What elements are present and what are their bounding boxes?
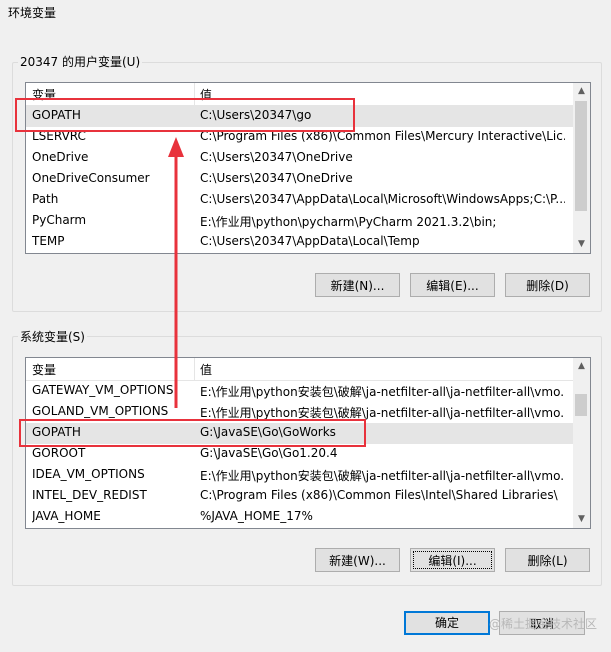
- variable-name: LSERVRC: [32, 129, 86, 143]
- table-row[interactable]: TEMP C:\Users\20347\AppData\Local\Temp: [26, 232, 573, 253]
- table-row[interactable]: Path C:\Users\20347\AppData\Local\Micros…: [26, 190, 573, 211]
- variable-value: G:\JavaSE\Go\Go1.20.4: [200, 446, 338, 460]
- variable-name: JAVA_HOME: [32, 509, 101, 523]
- scroll-thumb[interactable]: [575, 101, 587, 211]
- scroll-up-icon[interactable]: ▲: [573, 358, 590, 375]
- variable-value: E:\作业用\python安装包\破解\ja-netfilter-all\ja-…: [200, 469, 565, 483]
- variable-value: E:\作业用\python安装包\破解\ja-netfilter-all\ja-…: [200, 406, 565, 420]
- system-vars-scrollbar[interactable]: ▲ ▼: [573, 358, 590, 528]
- variable-name: IDEA_VM_OPTIONS: [32, 467, 145, 481]
- table-row[interactable]: JAVA_HOME %JAVA_HOME_17%: [26, 507, 573, 528]
- user-new-button[interactable]: 新建(N)...: [315, 273, 400, 297]
- table-row[interactable]: OneDrive C:\Users\20347\OneDrive: [26, 148, 573, 169]
- variable-name: INTEL_DEV_REDIST: [32, 488, 147, 502]
- variable-name: GOPATH: [32, 108, 81, 122]
- table-row[interactable]: OneDriveConsumer C:\Users\20347\OneDrive: [26, 169, 573, 190]
- variable-name: PyCharm: [32, 213, 87, 227]
- user-vars-label: 20347 的用户变量(U): [18, 53, 143, 70]
- variable-value: E:\作业用\python\pycharm\PyCharm 2021.3.2\b…: [200, 215, 497, 229]
- variable-value: C:\Users\20347\AppData\Local\Microsoft\W…: [200, 192, 565, 206]
- user-edit-button[interactable]: 编辑(E)...: [410, 273, 495, 297]
- system-vars-list[interactable]: 变量 值 GATEWAY_VM_OPTIONS E:\作业用\python安装包…: [25, 357, 591, 529]
- variable-value: C:\Program Files (x86)\Common Files\Inte…: [200, 488, 558, 502]
- scroll-down-icon[interactable]: ▼: [573, 236, 590, 253]
- variable-value: %JAVA_HOME_17%: [200, 509, 313, 523]
- variable-name: TEMP: [32, 234, 65, 248]
- variable-name: GOROOT: [32, 446, 86, 460]
- variable-name: OneDriveConsumer: [32, 171, 150, 185]
- table-row[interactable]: GATEWAY_VM_OPTIONS E:\作业用\python安装包\破解\j…: [26, 381, 573, 402]
- table-row[interactable]: GOLAND_VM_OPTIONS E:\作业用\python安装包\破解\ja…: [26, 402, 573, 423]
- watermark: @稀土掘金技术社区: [488, 617, 597, 631]
- table-row[interactable]: LSERVRC C:\Program Files (x86)\Common Fi…: [26, 127, 573, 148]
- column-separator[interactable]: [194, 83, 195, 105]
- user-vars-scrollbar[interactable]: ▲ ▼: [573, 83, 590, 253]
- table-row[interactable]: PyCharm E:\作业用\python\pycharm\PyCharm 20…: [26, 211, 573, 232]
- scroll-up-icon[interactable]: ▲: [573, 83, 590, 100]
- variable-name: Path: [32, 192, 59, 206]
- column-header-variable[interactable]: 变量: [32, 86, 56, 103]
- system-vars-label: 系统变量(S): [18, 328, 87, 345]
- variable-value: C:\Program Files (x86)\Common Files\Merc…: [200, 129, 565, 143]
- user-delete-button[interactable]: 删除(D): [505, 273, 590, 297]
- system-edit-button[interactable]: 编辑(I)...: [410, 548, 495, 572]
- variable-value: C:\Users\20347\go: [200, 108, 312, 122]
- variable-name: OneDrive: [32, 150, 89, 164]
- variable-value: C:\Users\20347\OneDrive: [200, 150, 353, 164]
- table-row[interactable]: GOROOT G:\JavaSE\Go\Go1.20.4: [26, 444, 573, 465]
- column-separator[interactable]: [194, 358, 195, 380]
- system-delete-button[interactable]: 删除(L): [505, 548, 590, 572]
- variable-name: GOLAND_VM_OPTIONS: [32, 404, 169, 418]
- table-row[interactable]: GOPATH C:\Users\20347\go: [26, 106, 573, 127]
- system-vars-header: 变量 值: [26, 358, 573, 381]
- table-row[interactable]: IDEA_VM_OPTIONS E:\作业用\python安装包\破解\ja-n…: [26, 465, 573, 486]
- scroll-down-icon[interactable]: ▼: [573, 511, 590, 528]
- column-header-variable[interactable]: 变量: [32, 361, 56, 378]
- table-row[interactable]: GOPATH G:\JavaSE\Go\GoWorks: [26, 423, 573, 444]
- variable-value: G:\JavaSE\Go\GoWorks: [200, 425, 336, 439]
- user-vars-header: 变量 值: [26, 83, 573, 106]
- column-header-value[interactable]: 值: [200, 361, 212, 378]
- window-title: 环境变量: [8, 6, 57, 20]
- table-row[interactable]: INTEL_DEV_REDIST C:\Program Files (x86)\…: [26, 486, 573, 507]
- variable-name: GOPATH: [32, 425, 81, 439]
- ok-button[interactable]: 确定: [404, 611, 490, 635]
- variable-value: E:\作业用\python安装包\破解\ja-netfilter-all\ja-…: [200, 385, 565, 399]
- system-new-button[interactable]: 新建(W)...: [315, 548, 400, 572]
- variable-name: GATEWAY_VM_OPTIONS: [32, 383, 174, 397]
- scroll-thumb[interactable]: [575, 394, 587, 416]
- user-vars-list[interactable]: 变量 值 GOPATH C:\Users\20347\go LSERVRC C:…: [25, 82, 591, 254]
- variable-value: C:\Users\20347\OneDrive: [200, 171, 353, 185]
- variable-value: C:\Users\20347\AppData\Local\Temp: [200, 234, 420, 248]
- column-header-value[interactable]: 值: [200, 86, 212, 103]
